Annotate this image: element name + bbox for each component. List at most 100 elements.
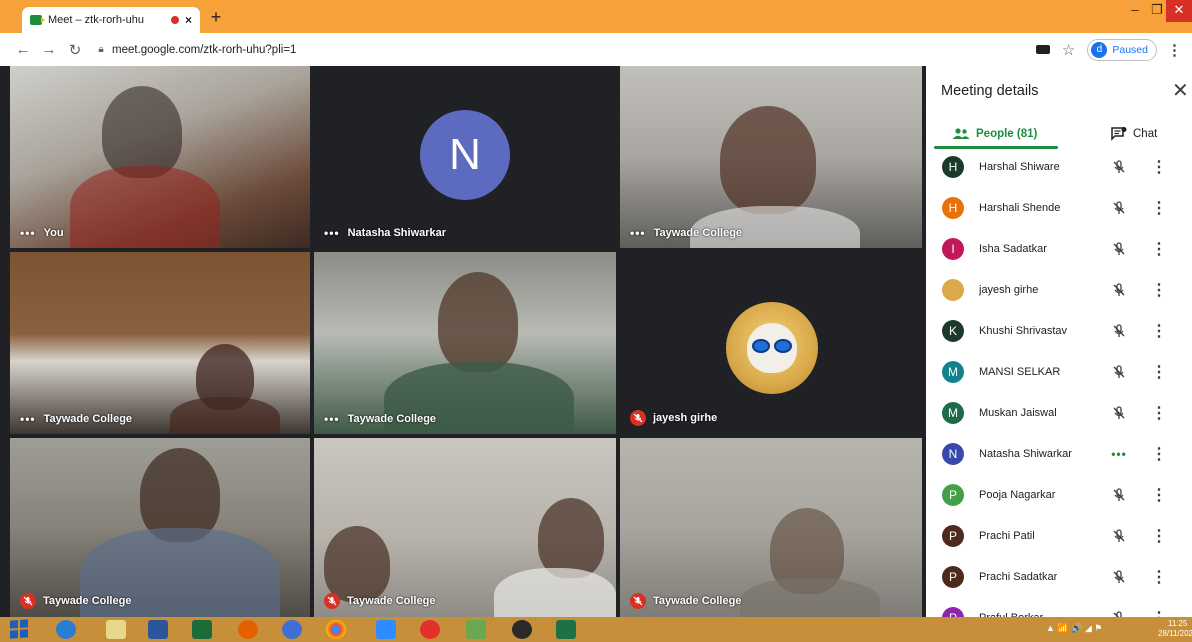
browser-app-icon[interactable] <box>282 620 302 639</box>
participant-avatar: P <box>942 606 964 617</box>
video-tile[interactable]: jayesh girhe <box>620 252 922 434</box>
window-close-button[interactable]: ✕ <box>1166 0 1192 22</box>
tile-more-options-icon[interactable]: ••• <box>630 226 646 240</box>
participant-row[interactable]: I Isha Sadatkar ⋮ <box>926 228 1192 269</box>
new-tab-button[interactable]: + <box>206 7 226 27</box>
tab-close-button[interactable]: × <box>185 13 192 27</box>
browser-menu-icon[interactable]: ⋮ <box>1167 41 1182 59</box>
video-tile[interactable]: ••• Taywade College <box>10 252 310 434</box>
participant-more-options-icon[interactable]: ⋮ <box>1139 280 1179 300</box>
excel-icon[interactable] <box>556 620 576 639</box>
tile-more-options-icon[interactable]: ••• <box>20 412 36 426</box>
participant-row[interactable]: M Muskan Jaiswal ⋮ <box>926 392 1192 433</box>
video-tile[interactable]: ••• You <box>10 66 310 248</box>
participant-row[interactable]: N Natasha Shiwarkar ••• ⋮ <box>926 433 1192 474</box>
window-minimize-button[interactable]: – <box>1124 0 1146 22</box>
participant-more-options-icon[interactable]: ⋮ <box>1139 485 1179 505</box>
participant-row[interactable]: PPraful Borkar⋮ <box>926 597 1192 617</box>
firefox-icon[interactable] <box>238 620 258 639</box>
participant-row[interactable]: M MANSI SELKAR ⋮ <box>926 351 1192 392</box>
tile-label: ••• Natasha Shiwarkar <box>324 226 446 240</box>
bookmark-star-icon[interactable]: ☆ <box>1062 41 1075 59</box>
zoom-icon[interactable] <box>376 620 396 639</box>
system-tray-icons[interactable]: ▲ 📶 🔊 ◢ ⚑ <box>1046 623 1102 634</box>
participant-row[interactable]: K Khushi Shrivastav ⋮ <box>926 310 1192 351</box>
clock-time: 11:25 <box>1168 619 1188 628</box>
recording-indicator-icon <box>170 16 179 24</box>
windows-start-icon[interactable] <box>10 619 28 639</box>
participant-name: Harshali Shende <box>979 201 1061 214</box>
participant-name: Khushi Shrivastav <box>979 324 1068 337</box>
forward-arrow-icon[interactable]: → <box>36 41 62 58</box>
participant-row[interactable]: jayesh girhe ⋮ <box>926 269 1192 310</box>
active-tab-indicator <box>934 146 1058 149</box>
participant-name: Isha Sadatkar <box>979 242 1047 255</box>
video-tile[interactable]: ••• Taywade College <box>314 252 616 434</box>
mic-off-icon <box>1099 364 1139 379</box>
store-icon[interactable] <box>192 620 212 639</box>
panel-title: Meeting details <box>941 83 1039 99</box>
mic-off-icon <box>1099 323 1139 338</box>
utorrent-icon[interactable] <box>466 620 486 639</box>
back-arrow-icon[interactable]: ← <box>10 41 36 58</box>
address-bar: ← → ↻ 🔒︎ meet.google.com/ztk-rorh-uhu?pl… <box>0 33 1192 66</box>
participant-more-options-icon[interactable]: ⋮ <box>1139 321 1179 341</box>
participant-video <box>70 166 220 248</box>
window-maximize-button[interactable]: ❐ <box>1146 0 1168 22</box>
video-tile[interactable]: Taywade College <box>620 438 922 617</box>
participant-row[interactable]: H Harshali Shende ⋮ <box>926 187 1192 228</box>
reload-icon[interactable]: ↻ <box>62 41 88 59</box>
video-tile[interactable]: N ••• Natasha Shiwarkar <box>314 66 616 248</box>
participant-more-options-icon[interactable]: ⋮ <box>1139 526 1179 546</box>
camera-in-use-icon[interactable] <box>1035 45 1050 54</box>
participant-row[interactable]: P Prachi Patil ⋮ <box>926 515 1192 556</box>
file-explorer-icon[interactable] <box>106 620 126 639</box>
tile-name: jayesh girhe <box>653 412 718 424</box>
participant-more-options-icon[interactable]: ⋮ <box>1139 362 1179 382</box>
cat-avatar-icon <box>747 323 797 373</box>
internet-explorer-icon[interactable] <box>56 620 76 639</box>
tile-label: Taywade College <box>630 593 741 609</box>
word-icon[interactable] <box>148 620 168 639</box>
tile-more-options-icon[interactable]: ••• <box>20 226 36 240</box>
participant-name: MANSI SELKAR <box>979 365 1061 378</box>
participant-video <box>538 498 604 578</box>
tab-chat[interactable]: Chat <box>1111 120 1157 148</box>
participant-more-options-icon[interactable]: ⋮ <box>1139 157 1179 177</box>
participant-more-options-icon[interactable]: ⋮ <box>1139 198 1179 218</box>
video-tile[interactable]: Taywade College <box>10 438 310 617</box>
participant-more-options-icon[interactable]: ⋮ <box>1139 444 1179 464</box>
tile-name: Taywade College <box>43 595 132 607</box>
participant-row[interactable]: P Pooja Nagarkar ⋮ <box>926 474 1192 515</box>
browser-tab-meet[interactable]: Meet – ztk-rorh-uhu × <box>22 7 200 33</box>
participant-avatar: N <box>420 110 510 200</box>
app-circle-icon[interactable] <box>512 620 532 639</box>
tile-more-options-icon[interactable]: ••• <box>324 226 340 240</box>
participant-video <box>102 86 182 178</box>
participant-video <box>170 397 280 434</box>
participant-row[interactable]: H Harshal Shiware ⋮ <box>926 150 1192 187</box>
participant-video <box>324 526 390 602</box>
tile-name: Taywade College <box>347 595 436 607</box>
participant-row[interactable]: P Prachi Sadatkar ⋮ <box>926 556 1192 597</box>
participant-more-options-icon[interactable]: ⋮ <box>1139 403 1179 423</box>
panel-tabs: People (81) Chat <box>926 120 1192 148</box>
url-field[interactable]: meet.google.com/ztk-rorh-uhu?pli=1 <box>112 44 1036 56</box>
profile-button[interactable]: d Paused <box>1087 38 1157 61</box>
tile-label: ••• Taywade College <box>20 412 132 426</box>
participant-more-options-icon[interactable]: ⋮ <box>1139 608 1179 618</box>
tab-people-label: People (81) <box>976 128 1038 140</box>
lock-icon[interactable]: 🔒︎ <box>94 44 108 55</box>
tab-people[interactable]: People (81) <box>952 120 1037 148</box>
tile-name: Natasha Shiwarkar <box>347 227 447 239</box>
taskbar-clock[interactable]: 11:25 28/11/2020 <box>1158 619 1192 639</box>
video-tile[interactable]: Taywade College <box>314 438 616 617</box>
panel-close-button[interactable]: ✕ <box>1172 78 1189 103</box>
tile-more-options-icon[interactable]: ••• <box>324 412 340 426</box>
video-tile[interactable]: ••• Taywade College <box>620 66 922 248</box>
chrome-icon[interactable] <box>326 620 346 639</box>
participant-more-options-icon[interactable]: ⋮ <box>1139 239 1179 259</box>
mic-off-icon <box>324 593 340 609</box>
opera-icon[interactable] <box>420 620 440 639</box>
participant-more-options-icon[interactable]: ⋮ <box>1139 567 1179 587</box>
